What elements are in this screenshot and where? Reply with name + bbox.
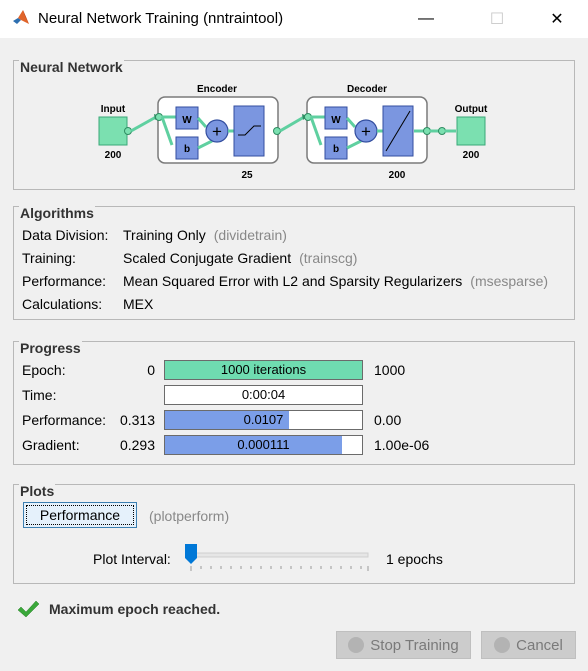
algo-label: Data Division: [22,227,109,243]
svg-text:+: + [361,122,371,141]
close-button[interactable]: ✕ [534,0,580,38]
panel-title-progress: Progress [19,340,82,356]
stop-icon [348,637,365,653]
input-label: Input [101,104,126,115]
progress-label: Performance: [22,412,107,428]
progress-end: 1000 [374,362,406,378]
algorithms-panel: Algorithms Data Division: Training Only (… [13,205,575,320]
cancel-button[interactable]: Cancel [481,631,576,659]
svg-text:W: W [331,115,341,126]
progress-bar-text: 0.0107 [243,412,284,427]
progress-end: 1.00e-06 [374,437,430,453]
input-size: 200 [105,150,122,161]
plot-interval-slider[interactable] [184,544,372,574]
progress-label: Time: [22,387,57,403]
input-block [98,116,128,146]
matlab-icon [13,10,29,24]
svg-text:b: b [333,144,339,155]
progress-bar-text: 1000 iterations [220,362,307,377]
progress-label: Gradient: [22,437,80,453]
minimize-button[interactable]: — [403,0,449,38]
slider-thumb[interactable] [185,544,197,564]
decoder-label: Decoder [347,84,387,95]
algo-label: Training: [22,250,76,266]
progress-start: 0.293 [119,437,155,453]
plot-function-hint: (plotperform) [149,508,230,524]
progress-row-epoch: Epoch: 0 1000 iterations 1000 [22,360,582,382]
maximize-button[interactable]: ☐ [474,0,520,38]
neural-network-panel: Neural Network Input 200 Encoder W b + 2… [13,59,575,190]
panel-title-plots: Plots [19,483,56,499]
progress-row-performance: Performance: 0.313 0.0107 0.00 [22,410,582,432]
progress-panel: Progress Epoch: 0 1000 iterations 1000 T… [13,340,575,465]
stop-training-button[interactable]: Stop Training [336,631,471,659]
algo-value: MEX [123,296,154,312]
window-title: Neural Network Training (nntraintool) [38,10,284,27]
cancel-label: Cancel [516,636,563,654]
progress-bar: 0:00:04 [164,385,363,405]
progress-row-time: Time: 0:00:04 [22,385,582,407]
algo-hint: (msesparse) [470,273,549,289]
plot-interval-value: 1 epochs [386,551,443,567]
algo-value: Training Only [123,227,206,243]
network-diagram: Input 200 Encoder W b + 25 Decoder W b +… [98,84,488,181]
output-size: 200 [463,150,480,161]
progress-bar-text: 0:00:04 [241,387,286,402]
checkmark-icon [17,600,40,618]
plot-interval-label: Plot Interval: [93,551,171,567]
progress-bar: 1000 iterations [164,360,363,380]
svg-text:W: W [182,115,192,126]
algo-label: Performance: [22,273,107,289]
cancel-icon [494,637,511,653]
slider-ticks [190,566,369,571]
progress-label: Epoch: [22,362,66,378]
progress-end: 0.00 [374,412,402,428]
algo-value: Scaled Conjugate Gradient [123,250,292,266]
stop-training-label: Stop Training [370,636,459,654]
progress-bar: 0.0107 [164,410,363,430]
title-bar: Neural Network Training (nntraintool) — … [0,0,588,38]
encoder-label: Encoder [197,84,237,95]
encoder-size: 25 [241,170,253,181]
output-block [456,116,486,146]
svg-text:b: b [184,144,190,155]
status-message: Maximum epoch reached. [49,601,221,617]
progress-bar: 0.000111 [164,435,363,455]
algo-label: Calculations: [22,296,103,312]
panel-title-algorithms: Algorithms [19,205,95,221]
progress-start: 0.313 [119,412,155,428]
progress-row-gradient: Gradient: 0.293 0.000111 1.00e-06 [22,435,582,457]
progress-start: 0 [147,362,155,378]
algo-hint: (dividetrain) [213,227,287,243]
performance-plot-button[interactable]: Performance [23,502,137,528]
progress-bar-text: 0.000111 [237,437,290,452]
algo-hint: (trainscg) [299,250,358,266]
algo-value: Mean Squared Error with L2 and Sparsity … [123,273,463,289]
svg-text:+: + [212,122,222,141]
decoder-size: 200 [389,170,406,181]
output-label: Output [455,104,488,115]
